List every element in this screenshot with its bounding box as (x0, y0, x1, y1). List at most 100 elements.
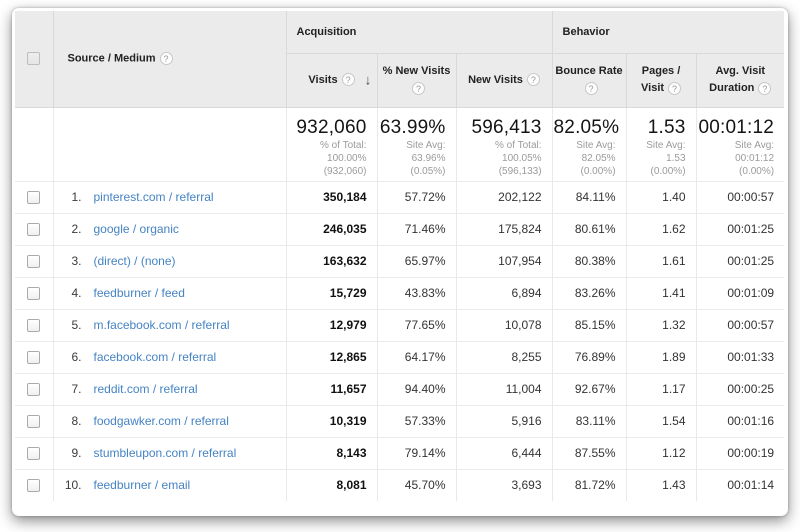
row-index: 2. (54, 222, 82, 236)
row-index: 1. (54, 190, 82, 204)
cell-percent-new-visits: 64.17% (377, 341, 456, 373)
table-row: 7.reddit.com / referral 11,657 94.40% 11… (15, 373, 784, 405)
row-checkbox[interactable] (27, 255, 40, 268)
source-medium-link[interactable]: google / organic (94, 222, 179, 236)
column-header-percent-new-visits[interactable]: % New Visits ? (377, 53, 456, 107)
cell-visits: 350,184 (286, 181, 377, 213)
table-row: 10.feedburner / email 8,081 45.70% 3,693… (15, 469, 784, 501)
column-header-visits[interactable]: Visits? ↓ (286, 53, 377, 107)
cell-visits: 10,319 (286, 405, 377, 437)
cell-pages-visit: 1.62 (626, 213, 696, 245)
cell-visits: 163,632 (286, 245, 377, 277)
cell-bounce-rate: 83.11% (552, 405, 626, 437)
row-checkbox-cell (15, 213, 53, 245)
cell-new-visits: 6,894 (456, 277, 552, 309)
cell-bounce-rate: 85.15% (552, 309, 626, 341)
row-checkbox[interactable] (27, 415, 40, 428)
cell-bounce-rate: 84.11% (552, 181, 626, 213)
row-checkbox[interactable] (27, 447, 40, 460)
row-checkbox-cell (15, 341, 53, 373)
source-medium-link[interactable]: m.facebook.com / referral (94, 318, 230, 332)
table-row: 8.foodgawker.com / referral 10,319 57.33… (15, 405, 784, 437)
row-checkbox[interactable] (27, 383, 40, 396)
cell-pages-visit: 1.54 (626, 405, 696, 437)
avg-visit-duration-label-line2: Duration (709, 82, 754, 94)
row-index: 9. (54, 446, 82, 460)
cell-percent-new-visits: 79.14% (377, 437, 456, 469)
cell-percent-new-visits: 57.33% (377, 405, 456, 437)
row-index: 10. (54, 478, 82, 492)
acquisition-label: Acquisition (297, 26, 357, 38)
row-source-cell: 3.(direct) / (none) (53, 245, 286, 277)
row-checkbox[interactable] (27, 351, 40, 364)
row-checkbox-cell (15, 181, 53, 213)
sort-descending-icon: ↓ (365, 72, 372, 89)
cell-avg-visit-duration: 00:01:14 (696, 469, 784, 501)
cell-avg-visit-duration: 00:01:09 (696, 277, 784, 309)
summary-bounce-rate-sub1: Site Avg: (554, 139, 616, 152)
cell-new-visits: 175,824 (456, 213, 552, 245)
row-checkbox[interactable] (27, 223, 40, 236)
cell-visits: 8,081 (286, 469, 377, 501)
source-medium-link[interactable]: pinterest.com / referral (94, 190, 214, 204)
row-source-cell: 1. pinterest.com / referral (53, 181, 286, 213)
help-icon[interactable]: ? (585, 82, 598, 95)
select-all-checkbox[interactable] (27, 52, 40, 65)
cell-avg-visit-duration: 00:01:25 (696, 213, 784, 245)
percent-new-visits-label: % New Visits (383, 65, 451, 77)
table-row: 4.feedburner / feed 15,729 43.83% 6,894 … (15, 277, 784, 309)
help-icon[interactable]: ? (527, 73, 540, 86)
row-checkbox[interactable] (27, 191, 40, 204)
column-header-pages-visit[interactable]: Pages / Visit? (626, 53, 696, 107)
row-index: 5. (54, 318, 82, 332)
cell-new-visits: 3,693 (456, 469, 552, 501)
cell-percent-new-visits: 65.97% (377, 245, 456, 277)
summary-avg-visit-duration-value: 00:01:12 (698, 117, 775, 139)
cell-avg-visit-duration: 00:01:33 (696, 341, 784, 373)
row-checkbox[interactable] (27, 479, 40, 492)
select-all-cell (15, 11, 53, 107)
source-medium-link[interactable]: (direct) / (none) (94, 254, 176, 268)
summary-pages-visit-value: 1.53 (628, 117, 686, 139)
source-medium-link[interactable]: feedburner / email (94, 478, 191, 492)
row-index: 6. (54, 350, 82, 364)
cell-pages-visit: 1.41 (626, 277, 696, 309)
summary-new-visits: 596,413 % of Total: 100.05% (596,133) (456, 107, 552, 181)
cell-percent-new-visits: 77.65% (377, 309, 456, 341)
summary-percent-new-visits-sub3: (0.05%) (379, 165, 446, 178)
cell-avg-visit-duration: 00:01:16 (696, 405, 784, 437)
column-header-bounce-rate[interactable]: Bounce Rate ? (552, 53, 626, 107)
help-icon[interactable]: ? (668, 82, 681, 95)
table-body: 1.pinterest.com / referral 350,184 57.72… (15, 181, 784, 501)
source-medium-link[interactable]: feedburner / feed (94, 286, 185, 300)
help-icon[interactable]: ? (160, 52, 173, 65)
column-header-new-visits[interactable]: New Visits? (456, 53, 552, 107)
summary-checkbox-cell (15, 107, 53, 181)
row-source-cell: 10. feedburner / email (53, 469, 286, 501)
column-header-avg-visit-duration[interactable]: Avg. Visit Duration? (696, 53, 784, 107)
source-medium-link[interactable]: foodgawker.com / referral (94, 414, 229, 428)
source-medium-link[interactable]: stumbleupon.com / referral (94, 446, 237, 460)
cell-new-visits: 5,916 (456, 405, 552, 437)
row-checkbox-cell (15, 373, 53, 405)
row-source-cell: 2. google / organic (53, 213, 286, 245)
row-checkbox-cell (15, 437, 53, 469)
help-icon[interactable]: ? (412, 82, 425, 95)
header-group-row: Source / Medium? Acquisition Behavior (15, 11, 784, 53)
row-checkbox[interactable] (27, 319, 40, 332)
column-header-source-medium[interactable]: Source / Medium? (53, 11, 286, 107)
help-icon[interactable]: ? (342, 73, 355, 86)
row-source-cell: 6. facebook.com / referral (53, 341, 286, 373)
cell-new-visits: 107,954 (456, 245, 552, 277)
avg-visit-duration-label-line1: Avg. Visit (716, 65, 766, 77)
analytics-table-frame: Source / Medium? Acquisition Behavior Vi… (12, 8, 788, 516)
help-icon[interactable]: ? (758, 82, 771, 95)
source-medium-link[interactable]: facebook.com / referral (94, 350, 217, 364)
summary-percent-new-visits-sub2: 63.96% (379, 152, 446, 165)
table-row: 1.pinterest.com / referral 350,184 57.72… (15, 181, 784, 213)
row-checkbox-cell (15, 277, 53, 309)
cell-pages-visit: 1.43 (626, 469, 696, 501)
source-medium-link[interactable]: reddit.com / referral (94, 382, 198, 396)
cell-new-visits: 8,255 (456, 341, 552, 373)
row-checkbox[interactable] (27, 287, 40, 300)
